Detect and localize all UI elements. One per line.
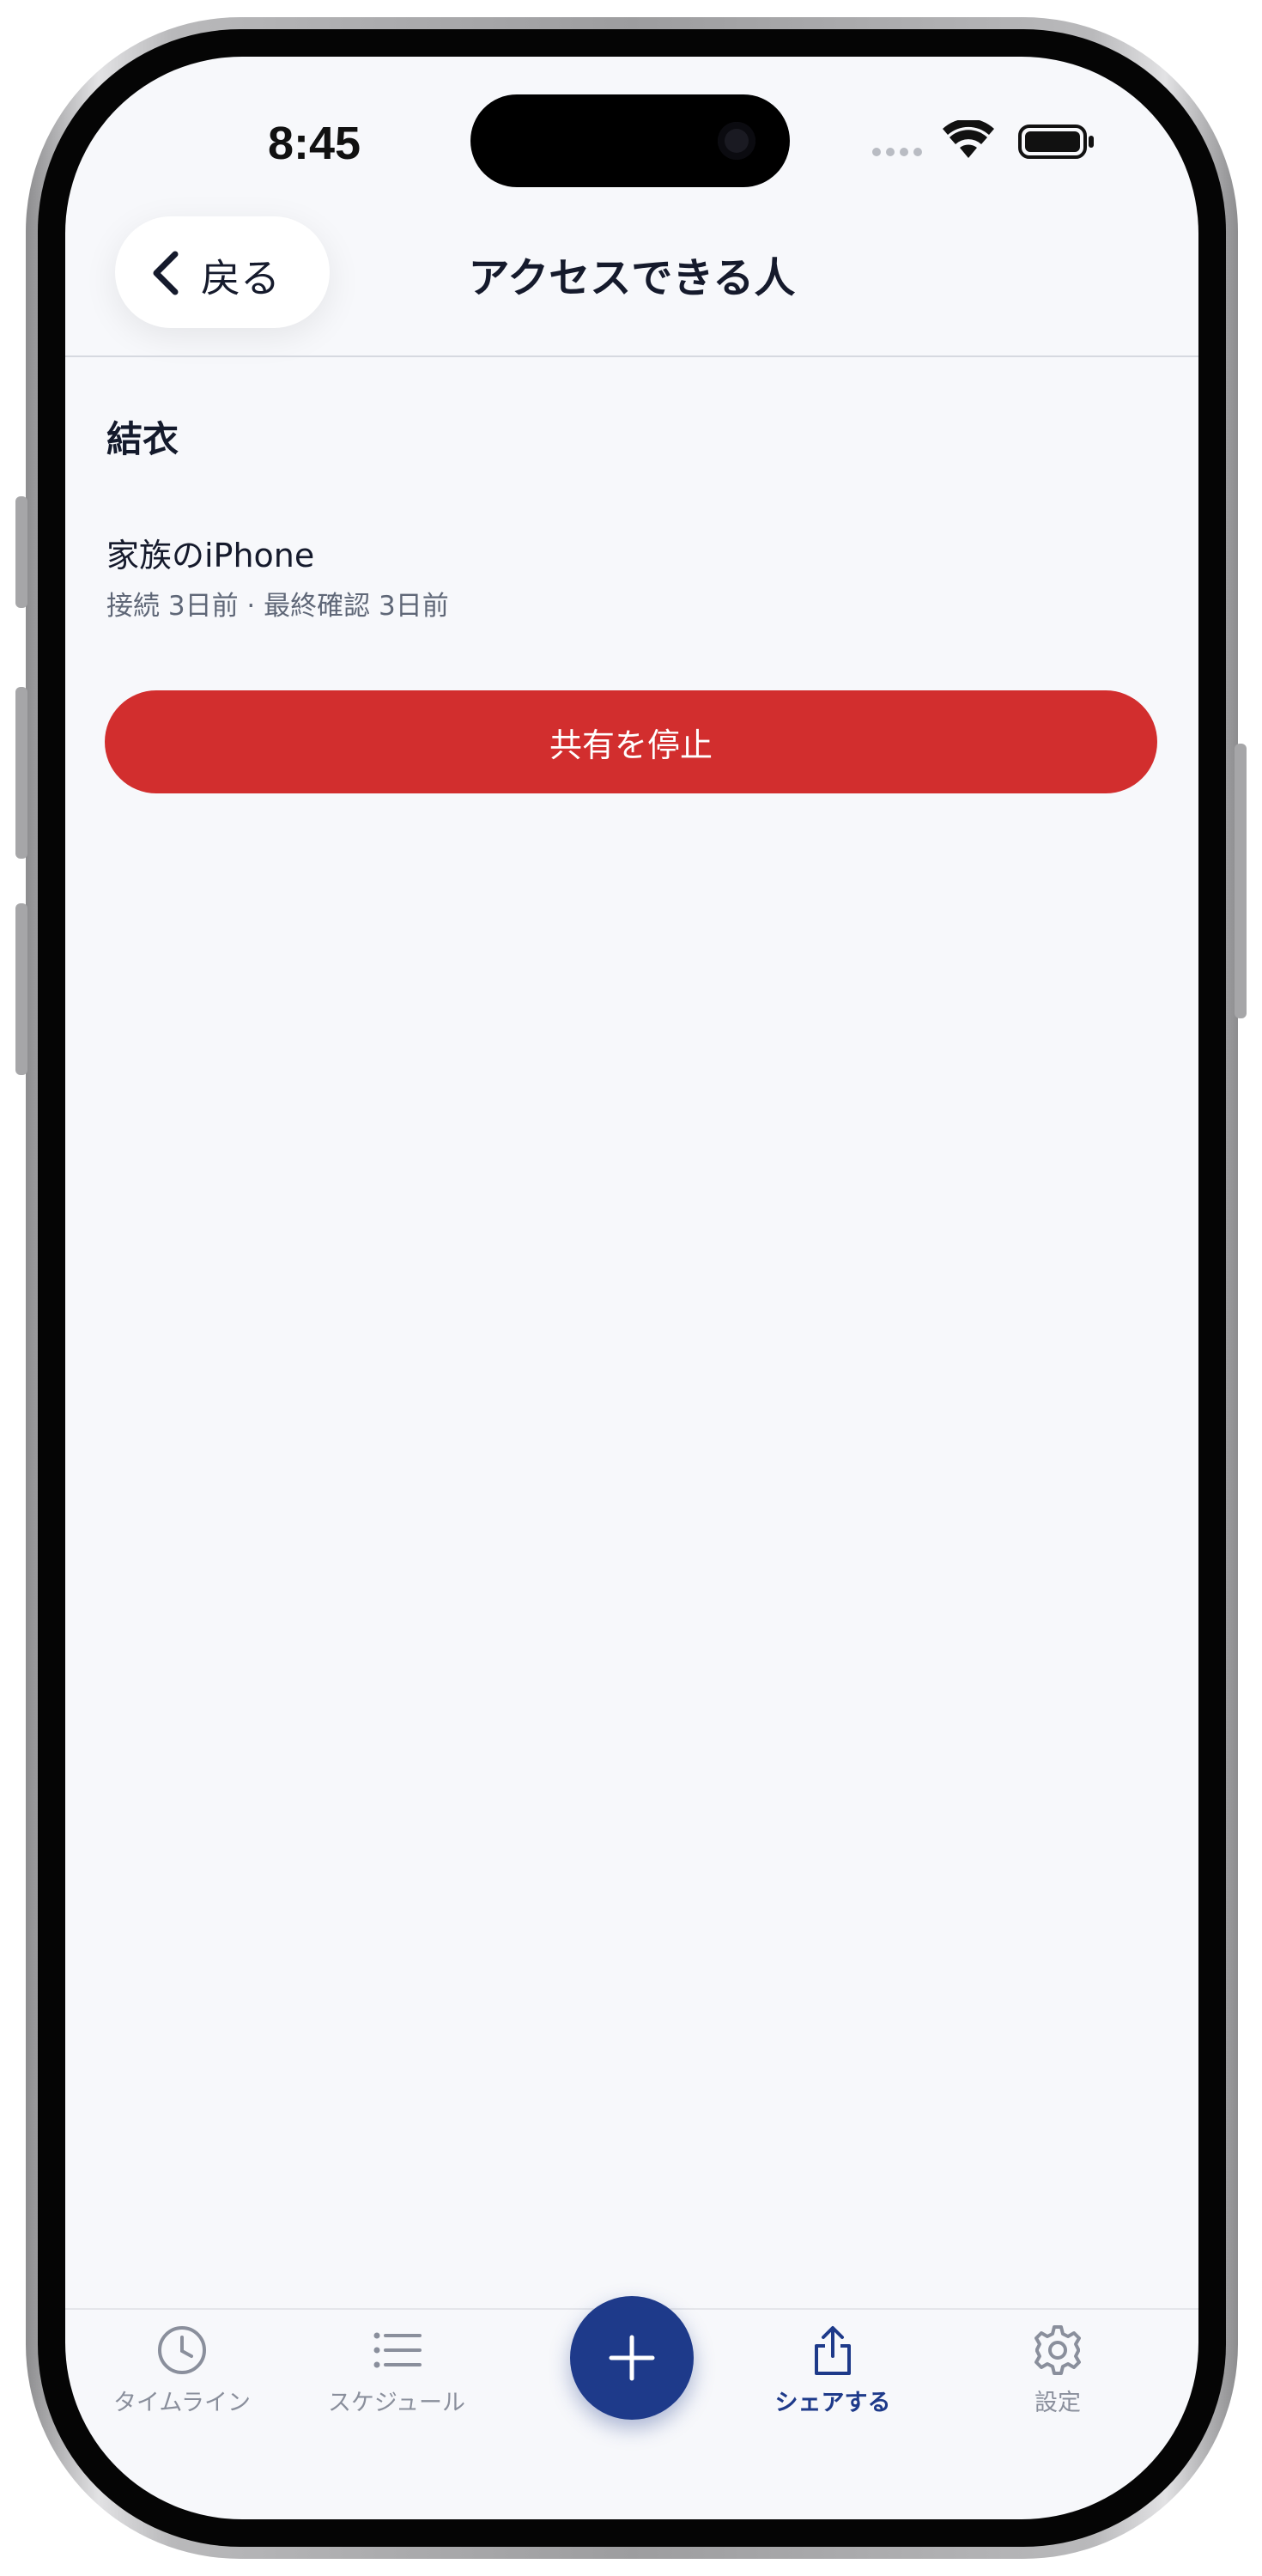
person-name: 結衣 bbox=[106, 418, 179, 460]
gear-icon bbox=[1034, 2325, 1081, 2375]
cellular-signal-icon bbox=[872, 148, 922, 156]
tab-share[interactable]: シェアする bbox=[738, 2324, 927, 2417]
device-name: 家族のiPhone bbox=[106, 537, 315, 574]
tab-schedule-label: スケジュール bbox=[327, 2390, 466, 2416]
wifi-icon bbox=[943, 120, 994, 158]
tab-share-label: シェアする bbox=[774, 2390, 891, 2416]
tab-schedule[interactable]: スケジュール bbox=[302, 2324, 491, 2417]
volume-down-button bbox=[15, 903, 27, 1075]
front-camera bbox=[718, 122, 755, 160]
tab-timeline-label: タイムライン bbox=[112, 2390, 252, 2416]
back-label: 戻る bbox=[201, 255, 280, 301]
power-button bbox=[1235, 744, 1247, 1018]
share-icon bbox=[815, 2326, 851, 2375]
volume-up-button bbox=[15, 687, 27, 859]
page-title: アクセスできる人 bbox=[468, 254, 796, 302]
clock-icon bbox=[158, 2326, 206, 2374]
dynamic-island bbox=[470, 94, 790, 187]
add-button[interactable] bbox=[570, 2296, 694, 2420]
device-meta: 接続 3日前 · 最終確認 3日前 bbox=[106, 591, 449, 622]
action-button bbox=[15, 496, 27, 608]
nav-divider bbox=[65, 355, 1198, 357]
back-button[interactable]: 戻る bbox=[115, 216, 330, 328]
status-time: 8:45 bbox=[267, 118, 361, 169]
tab-timeline[interactable]: タイムライン bbox=[88, 2324, 276, 2417]
screen: 8:45 戻る アクセスできる人 結衣 家族のiPhone 接続 3日前 · 最… bbox=[65, 57, 1198, 2519]
chevron-left-icon bbox=[153, 251, 179, 295]
stop-sharing-button[interactable]: 共有を停止 bbox=[105, 690, 1157, 793]
tab-settings[interactable]: 設定 bbox=[963, 2324, 1152, 2417]
plus-icon bbox=[609, 2335, 655, 2381]
tab-settings-label: 設定 bbox=[1034, 2390, 1081, 2416]
list-icon bbox=[373, 2332, 422, 2368]
battery-icon bbox=[1018, 125, 1094, 159]
